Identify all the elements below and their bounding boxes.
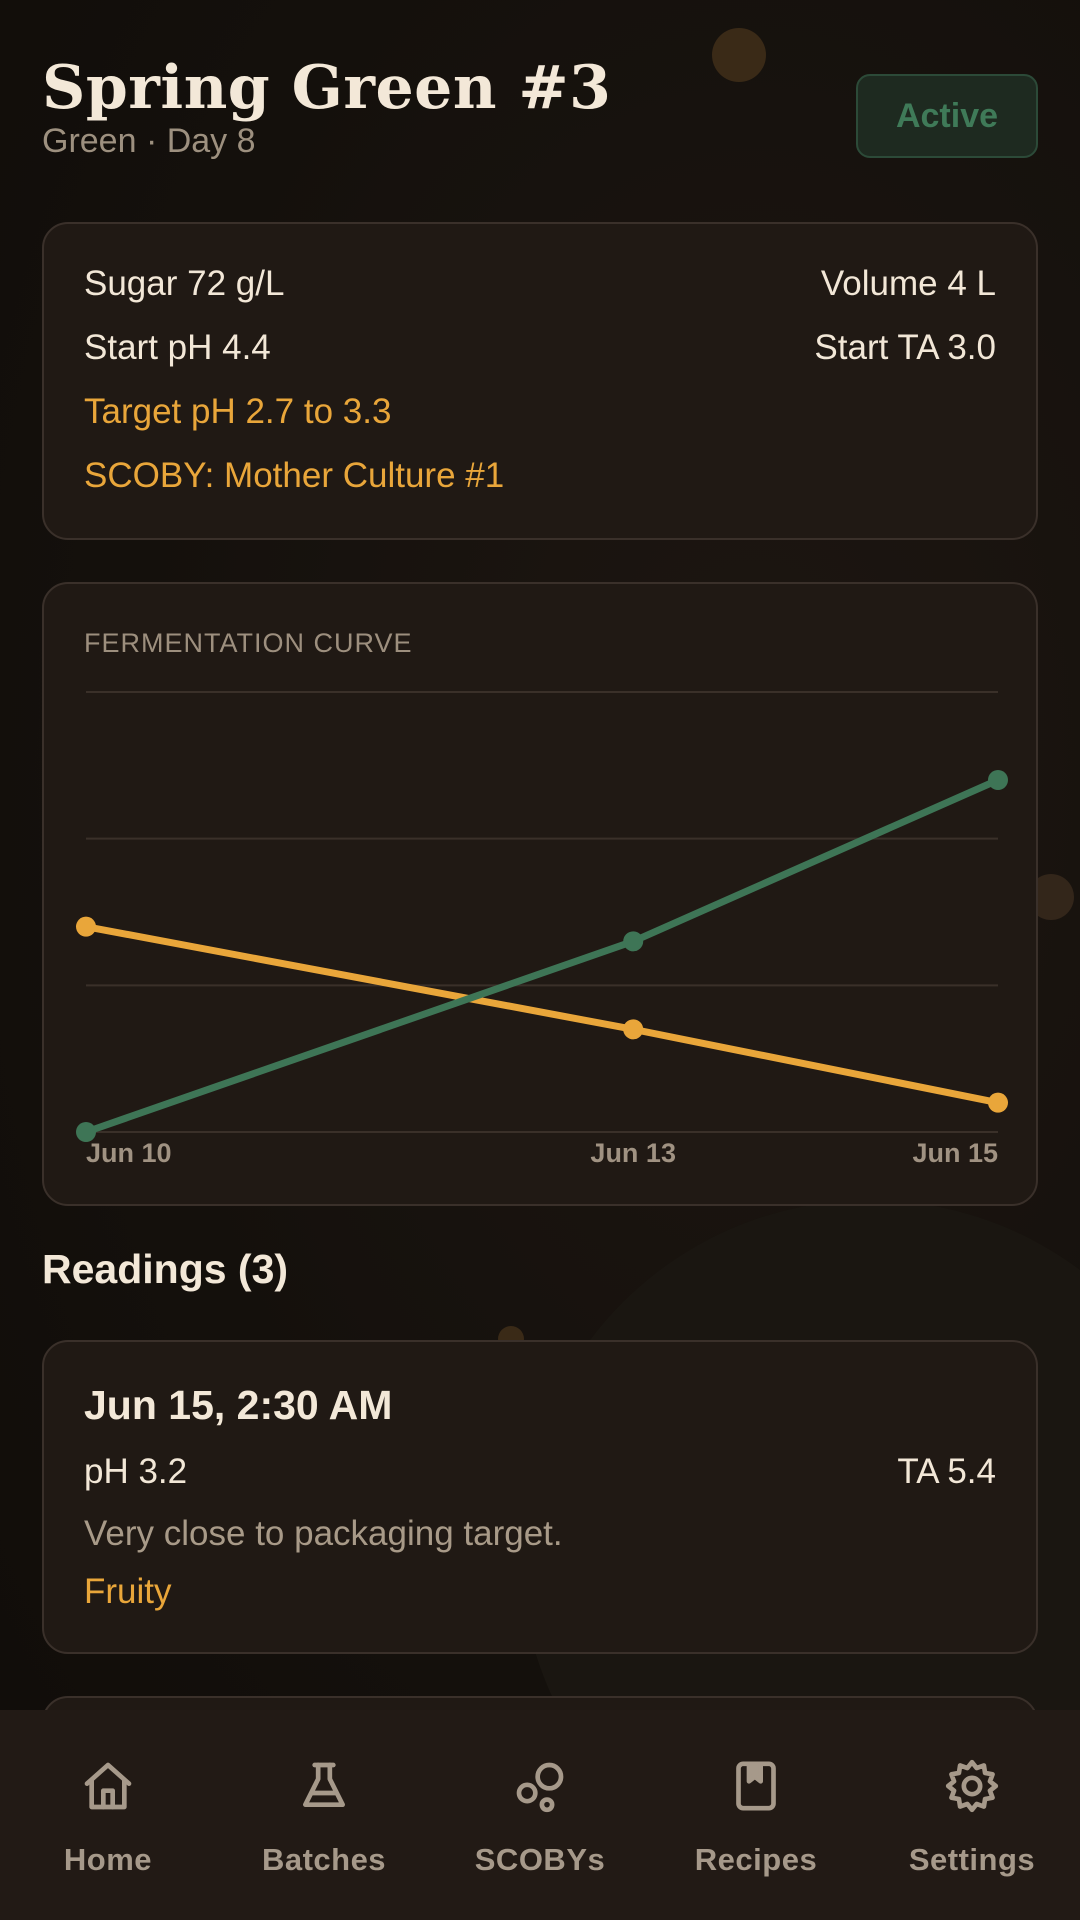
series-point-1[interactable]	[988, 770, 1008, 790]
nav-label: Recipes	[694, 1842, 818, 1877]
start-ta-value: Start TA 3.0	[814, 328, 996, 367]
nav-recipes[interactable]: Recipes	[648, 1710, 864, 1920]
nav-batches[interactable]: Batches	[216, 1710, 432, 1920]
info-row-sugar-volume: Sugar 72 g/L Volume 4 L	[84, 264, 996, 304]
info-row-start: Start pH 4.4 Start TA 3.0	[84, 328, 996, 368]
series-point-1[interactable]	[623, 931, 644, 952]
reading-ph: pH 3.2	[84, 1452, 188, 1491]
reading-card[interactable]: Jun 15, 2:30 AM pH 3.2 TA 5.4 Very close…	[42, 1340, 1038, 1654]
reading-values: pH 3.2 TA 5.4	[84, 1452, 996, 1492]
target-ph: Target pH 2.7 to 3.3	[84, 392, 996, 432]
x-tick-label: Jun 15	[912, 1138, 998, 1168]
series-point-0[interactable]	[76, 916, 96, 937]
book-icon	[736, 1761, 776, 1811]
nav-label: Batches	[261, 1842, 387, 1877]
readings-heading: Readings (3)	[42, 1246, 289, 1292]
series-point-1[interactable]	[76, 1122, 96, 1142]
series-point-0[interactable]	[623, 1019, 644, 1040]
fermentation-chart: Jun 10 Jun 13 Jun 15	[76, 691, 1008, 1168]
x-tick-label: Jun 13	[590, 1138, 676, 1168]
bottom-navigation: Home Batches SCOBYs Recipes Settings	[0, 1710, 1080, 1920]
reading-tag: Fruity	[84, 1572, 172, 1611]
scoby-value[interactable]: SCOBY: Mother Culture #1	[84, 456, 504, 496]
reading-note: Very close to packaging target.	[84, 1514, 563, 1553]
volume-value: Volume 4 L	[820, 264, 996, 303]
sugar-value: Sugar 72 g/L	[84, 264, 285, 303]
nav-label: Home	[63, 1842, 153, 1877]
batch-info-card: Sugar 72 g/L Volume 4 L Start pH 4.4 Sta…	[42, 222, 1038, 540]
nav-home[interactable]: Home	[0, 1710, 216, 1920]
home-icon	[84, 1762, 132, 1810]
nav-scobys[interactable]: SCOBYs	[432, 1710, 648, 1920]
gear-icon	[945, 1759, 999, 1813]
scoby-icon	[516, 1762, 564, 1813]
batch-header: Spring Green #3 Green · Day 8 Active	[42, 50, 1038, 170]
nav-label: Settings	[908, 1842, 1036, 1877]
fermentation-chart-card: FERMENTATION CURVE Jun 10 Jun 13 Jun 15	[42, 582, 1038, 1206]
status-badge[interactable]: Active	[856, 74, 1038, 158]
series-line-0	[85, 923, 999, 1107]
reading-date: Jun 15, 2:30 AM	[84, 1382, 393, 1428]
scoby-link[interactable]: SCOBY: Mother Culture #1	[84, 456, 996, 496]
flask-icon	[303, 1762, 345, 1807]
reading-ta: TA 5.4	[897, 1452, 996, 1491]
series-point-0[interactable]	[988, 1092, 1008, 1113]
app-screen: Spring Green #3 Green · Day 8 Active Sug…	[0, 0, 1080, 1920]
target-ph-value: Target pH 2.7 to 3.3	[84, 392, 392, 431]
start-ph-value: Start pH 4.4	[84, 328, 271, 367]
x-tick-label: Jun 10	[86, 1138, 172, 1168]
nav-label: SCOBYs	[474, 1842, 606, 1877]
nav-settings[interactable]: Settings	[864, 1710, 1080, 1920]
series-line-1	[84, 776, 1000, 1136]
